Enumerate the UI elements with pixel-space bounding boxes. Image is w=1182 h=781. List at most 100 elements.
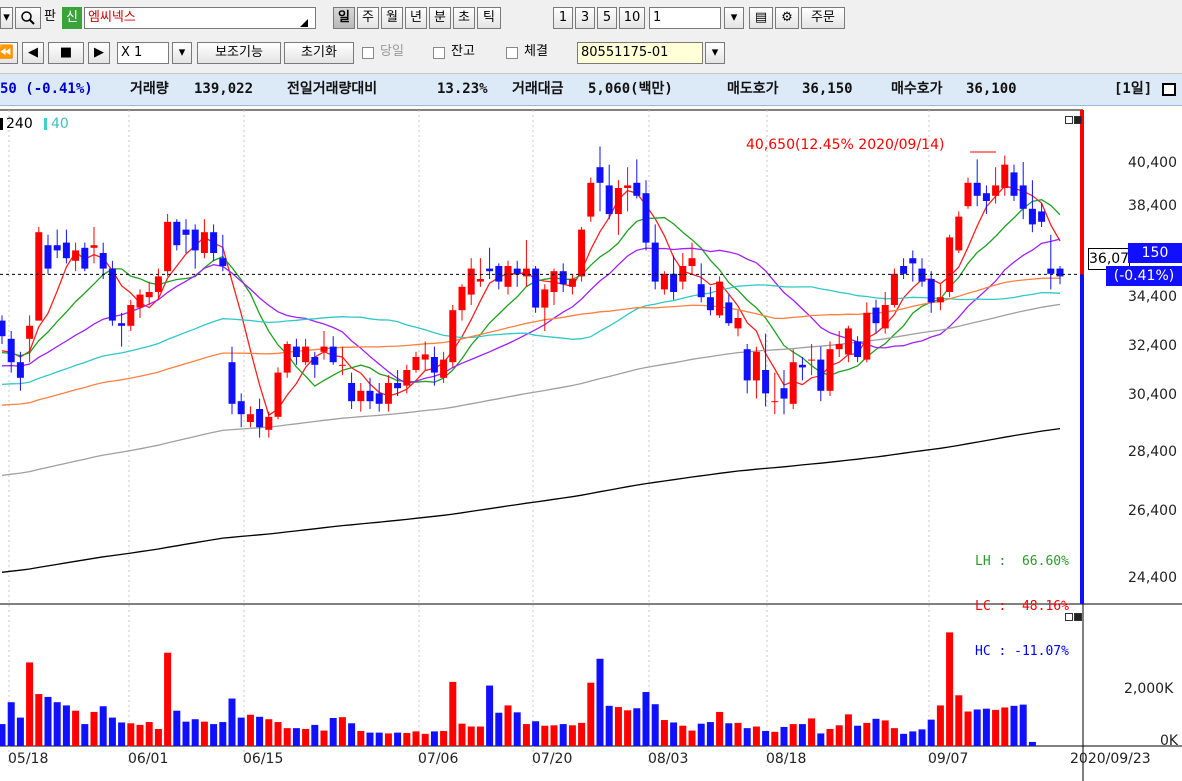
prev-icon[interactable]: ◀ bbox=[22, 42, 44, 64]
interval-3-button[interactable]: 3 bbox=[575, 7, 595, 29]
volume-bar bbox=[311, 724, 319, 746]
interval-1-button[interactable]: 1 bbox=[553, 7, 573, 29]
candle-body bbox=[780, 388, 788, 399]
candle-body bbox=[936, 297, 944, 303]
volume-bar bbox=[403, 733, 411, 746]
volume-bar bbox=[486, 685, 494, 746]
multiplier-dropdown-icon[interactable]: ▾ bbox=[172, 42, 192, 64]
interval-input[interactable]: 1 bbox=[649, 7, 721, 29]
volume-bar bbox=[0, 724, 6, 746]
candle-body bbox=[246, 414, 254, 422]
ma240-label: 240 bbox=[6, 116, 33, 132]
date-label: 08/03 bbox=[648, 751, 689, 767]
candle-body bbox=[329, 346, 337, 363]
chart-grid bbox=[8, 110, 930, 766]
candle-body bbox=[973, 182, 981, 196]
period-week-button[interactable]: 주 bbox=[357, 7, 379, 29]
settings-gear-icon[interactable]: ⚙ bbox=[775, 7, 799, 29]
candle-body bbox=[0, 320, 6, 337]
volume-bar bbox=[440, 730, 448, 746]
volume-bar bbox=[357, 730, 365, 746]
candle-body bbox=[771, 401, 779, 403]
high-annotation-arrow bbox=[970, 151, 997, 153]
interval-5-button[interactable]: 5 bbox=[597, 7, 617, 29]
order-button[interactable]: 주문 bbox=[801, 7, 845, 29]
candle-body bbox=[118, 323, 126, 326]
bid-label: 매수호가 bbox=[891, 81, 943, 97]
reset-button[interactable]: 초기화 bbox=[284, 42, 354, 64]
price-pane-minimize-icon[interactable] bbox=[1065, 116, 1073, 124]
volume-bar bbox=[605, 705, 613, 746]
volume-bar bbox=[927, 719, 935, 746]
candle-body bbox=[844, 328, 852, 355]
price-tick-label: 26,400 bbox=[1128, 503, 1177, 519]
volume-bar bbox=[992, 709, 1000, 746]
volume-bar bbox=[762, 730, 770, 746]
axis-down-bar bbox=[1080, 274, 1084, 604]
candle-body bbox=[872, 307, 880, 324]
volume-bar bbox=[1019, 704, 1027, 746]
search-icon[interactable] bbox=[15, 7, 41, 29]
price-pane-close-icon[interactable] bbox=[1074, 116, 1082, 124]
candle-body bbox=[173, 221, 181, 246]
volume-bar bbox=[412, 731, 420, 746]
period-tick-button[interactable]: 틱 bbox=[477, 7, 501, 29]
dropdown-arrow-icon[interactable]: ▾ bbox=[0, 7, 13, 29]
rewind-icon[interactable]: ⏪ bbox=[0, 42, 18, 64]
candle-body bbox=[863, 312, 871, 360]
interval-10-button[interactable]: 10 bbox=[619, 7, 645, 29]
ask-value: 36,150 bbox=[802, 81, 853, 97]
ma40-swatch-icon bbox=[44, 118, 47, 130]
stop-icon[interactable]: ■ bbox=[48, 42, 84, 64]
interval-dropdown-icon[interactable]: ▾ bbox=[724, 7, 744, 29]
aux-function-button[interactable]: 보조기능 bbox=[197, 42, 281, 64]
volume-bar bbox=[504, 705, 512, 746]
candle-body bbox=[292, 346, 300, 357]
fill-checkbox[interactable] bbox=[506, 47, 518, 59]
today-checkbox[interactable] bbox=[362, 47, 374, 59]
period-day-button[interactable]: 일 bbox=[333, 7, 355, 29]
multiplier-input[interactable]: X 1 bbox=[117, 42, 169, 64]
volume-tick-label: 0K bbox=[1160, 733, 1179, 749]
volume-bar bbox=[384, 733, 392, 746]
period-minute-button[interactable]: 분 bbox=[429, 7, 451, 29]
candle-body bbox=[403, 370, 411, 386]
ma240-swatch-icon bbox=[0, 118, 3, 130]
volume-bar bbox=[375, 732, 383, 746]
volume-bar bbox=[826, 728, 834, 746]
account-input[interactable]: 80551175-01 bbox=[577, 42, 703, 64]
quote-info-bar: 50 (-0.41%) 거래량 139,022 전일거래량대비 13.23% 거… bbox=[0, 74, 1182, 106]
candle-body bbox=[826, 349, 834, 391]
balance-checkbox[interactable] bbox=[433, 47, 445, 59]
candle-body bbox=[587, 182, 595, 217]
account-dropdown-icon[interactable]: ▾ bbox=[705, 42, 725, 64]
volume-pane-close-icon[interactable] bbox=[1074, 613, 1082, 621]
volume-bar bbox=[320, 730, 328, 746]
candle-body bbox=[670, 273, 678, 292]
next-icon[interactable]: ▶ bbox=[88, 42, 110, 64]
period-second-button[interactable]: 초 bbox=[453, 7, 475, 29]
price-tick-label: 24,400 bbox=[1128, 570, 1177, 586]
period-year-button[interactable]: 년 bbox=[405, 7, 427, 29]
volume-bar bbox=[348, 723, 356, 746]
period-box[interactable]: [1일] bbox=[1114, 74, 1152, 105]
candle-body bbox=[265, 416, 273, 430]
save-icon[interactable]: ▤ bbox=[749, 7, 773, 29]
volume-bar bbox=[62, 705, 70, 746]
volume-bar bbox=[72, 710, 80, 746]
candle-body bbox=[219, 258, 227, 266]
volume-bar bbox=[578, 722, 586, 746]
window-icon[interactable] bbox=[1162, 83, 1176, 96]
volume-bar bbox=[835, 725, 843, 746]
volume-bar bbox=[651, 704, 659, 746]
volume-bar bbox=[35, 694, 43, 746]
date-label: 08/18 bbox=[766, 751, 807, 767]
volume-bar bbox=[90, 711, 98, 746]
volume-bar bbox=[366, 732, 374, 746]
period-month-button[interactable]: 월 bbox=[381, 7, 403, 29]
high-annotation: 40,650(12.45% 2020/09/14) bbox=[746, 137, 945, 153]
candle-body bbox=[375, 393, 383, 404]
stock-name-input[interactable]: 엠씨넥스 bbox=[84, 7, 316, 29]
volume-bar bbox=[274, 722, 282, 746]
volume-bar bbox=[191, 719, 199, 746]
